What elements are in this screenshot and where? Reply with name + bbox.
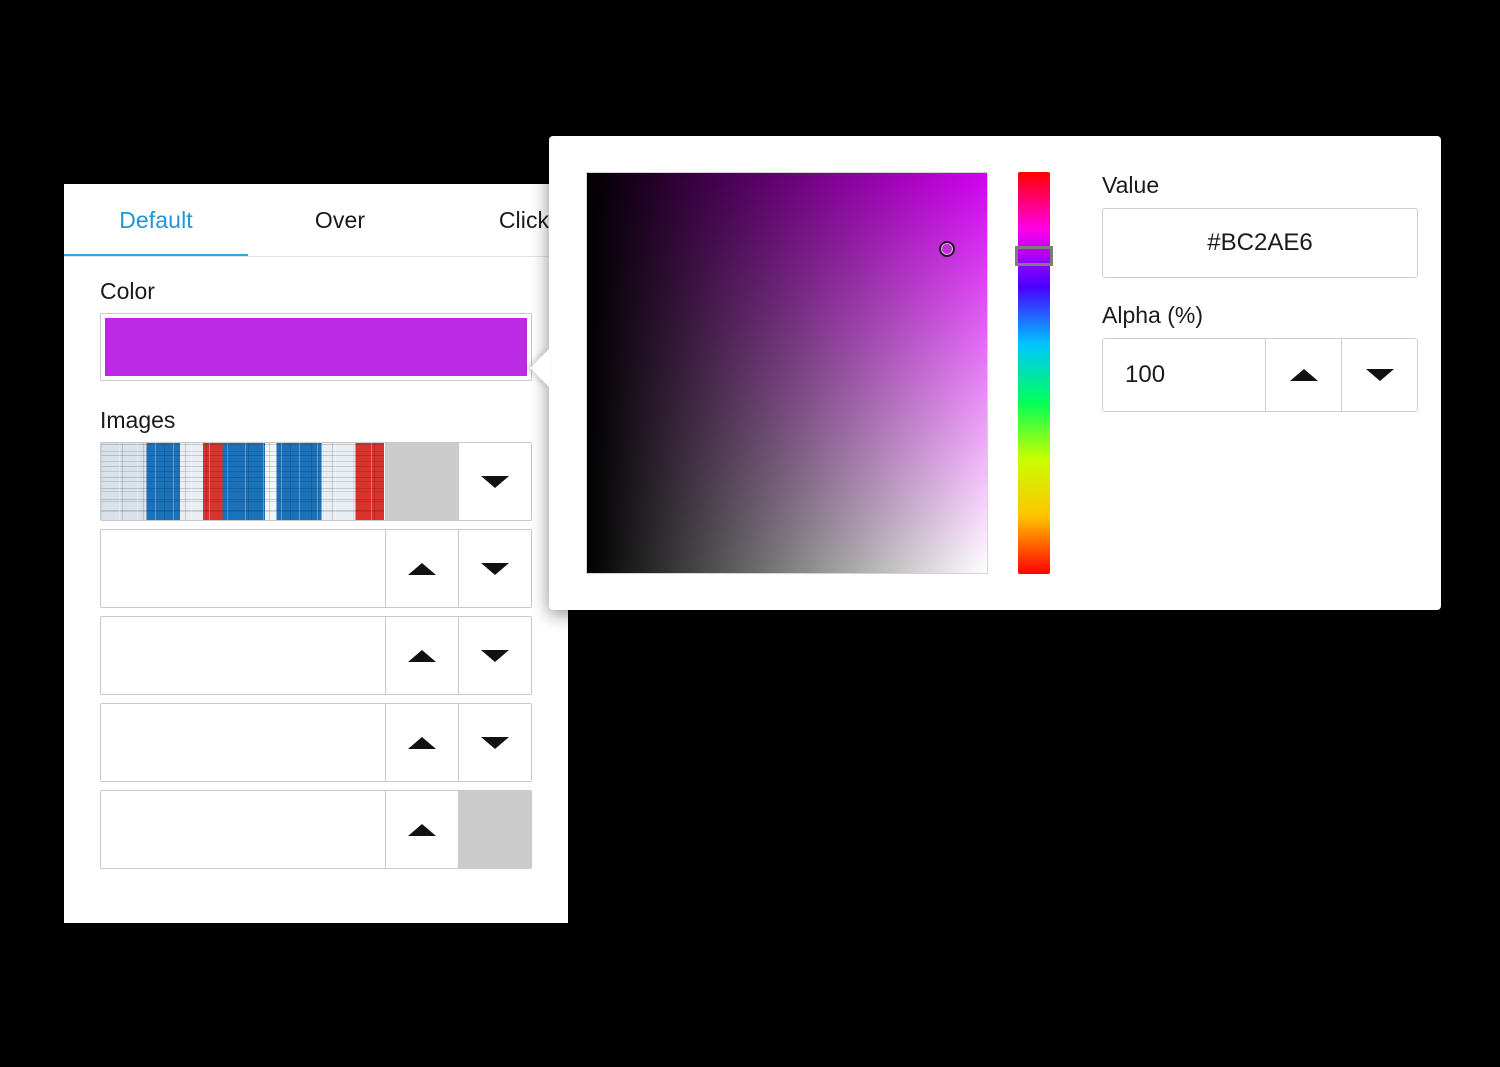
- image-move-up-button[interactable]: [385, 530, 458, 607]
- alpha-increment-button[interactable]: [1265, 339, 1341, 411]
- color-fields: Value #BC2AE6 Alpha (%) 100: [1102, 172, 1420, 610]
- sv-selection-marker[interactable]: [939, 241, 955, 257]
- image-row: [100, 790, 532, 869]
- image-move-down-button: [458, 791, 531, 868]
- image-empty-cell[interactable]: [101, 530, 385, 607]
- image-row: [100, 616, 532, 695]
- triangle-up-icon: [408, 736, 436, 749]
- tab-over[interactable]: Over: [248, 184, 432, 257]
- hue-slider[interactable]: [1018, 172, 1050, 574]
- alpha-input-text: 100: [1125, 361, 1166, 388]
- triangle-up-icon: [1289, 369, 1318, 381]
- triangle-up-icon: [408, 649, 436, 662]
- value-label: Value: [1102, 172, 1160, 198]
- color-picker-body: Value #BC2AE6 Alpha (%) 100: [586, 172, 1441, 610]
- triangle-down-icon: [481, 736, 509, 749]
- image-empty-cell[interactable]: [101, 617, 385, 694]
- image-move-down-button[interactable]: [458, 704, 531, 781]
- tab-over-label: Over: [314, 207, 366, 233]
- color-swatch-button[interactable]: [100, 313, 532, 381]
- dialog-pointer-caret: [530, 348, 550, 388]
- image-empty-cell[interactable]: [101, 791, 385, 868]
- image-empty-cell[interactable]: [101, 704, 385, 781]
- alpha-stepper: 100: [1102, 338, 1418, 412]
- image-move-down-button[interactable]: [458, 617, 531, 694]
- tab-bar: Default Over Click: [64, 184, 568, 257]
- triangle-down-icon: [481, 475, 509, 488]
- tab-default-label: Default: [119, 207, 193, 233]
- alpha-input[interactable]: 100: [1103, 339, 1265, 411]
- color-label: Color: [100, 278, 155, 304]
- image-move-up-button[interactable]: [385, 704, 458, 781]
- alpha-label: Alpha (%): [1102, 302, 1203, 328]
- image-move-down-button[interactable]: [458, 530, 531, 607]
- color-picker-dialog: Value #BC2AE6 Alpha (%) 100: [530, 136, 1441, 610]
- panel-content: Color Images: [64, 280, 568, 869]
- triangle-down-icon: [1365, 369, 1394, 381]
- triangle-down-icon: [481, 562, 509, 575]
- triangle-up-icon: [408, 823, 436, 836]
- triangle-down-icon: [481, 649, 509, 662]
- hue-slider-container: [1015, 172, 1053, 574]
- image-move-up-button[interactable]: [385, 617, 458, 694]
- alpha-decrement-button[interactable]: [1341, 339, 1417, 411]
- sv-black-layer: [587, 173, 987, 573]
- image-move-up-button: [385, 443, 458, 520]
- images-label: Images: [100, 407, 176, 433]
- tab-click-label: Click: [498, 207, 550, 233]
- thumbnail-grid-overlay: [101, 443, 384, 520]
- image-row: [100, 529, 532, 608]
- image-move-up-button[interactable]: [385, 791, 458, 868]
- value-input-text: #BC2AE6: [1207, 229, 1313, 256]
- tab-default[interactable]: Default: [64, 184, 248, 257]
- lego-mosaic-thumbnail: [101, 443, 384, 520]
- image-thumbnail-cell[interactable]: [101, 443, 385, 520]
- image-move-down-button[interactable]: [458, 443, 531, 520]
- color-swatch-fill: [105, 318, 527, 376]
- image-row: [100, 703, 532, 782]
- triangle-up-icon: [408, 562, 436, 575]
- hue-slider-handle[interactable]: [1015, 246, 1053, 267]
- value-input[interactable]: #BC2AE6: [1102, 208, 1418, 278]
- saturation-value-square[interactable]: [586, 172, 988, 574]
- screen-background: Default Over Click Color Images Value #B…: [0, 0, 1500, 1067]
- style-panel: Default Over Click Color Images: [64, 184, 568, 923]
- image-row: [100, 442, 532, 521]
